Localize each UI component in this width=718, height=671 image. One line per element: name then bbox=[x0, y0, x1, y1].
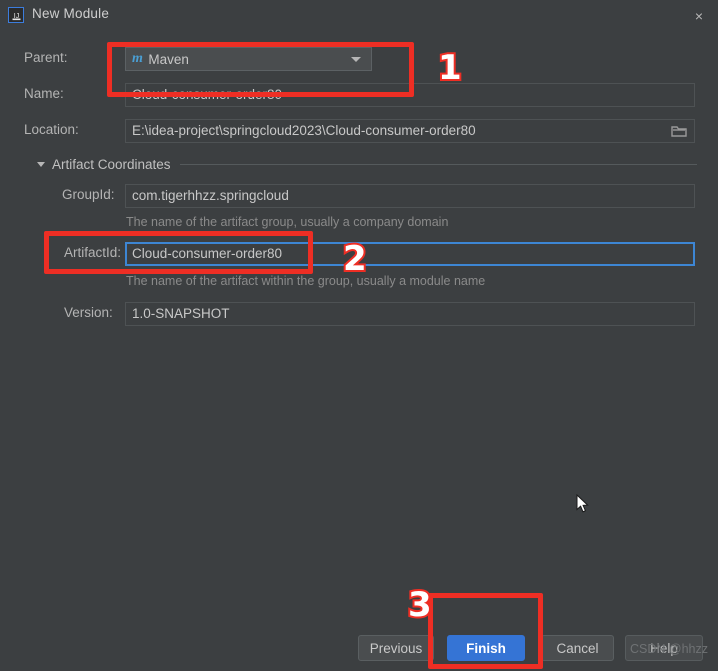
artifact-id-label: ArtifactId: bbox=[64, 245, 122, 260]
version-input[interactable]: 1.0-SNAPSHOT bbox=[125, 302, 695, 326]
previous-button[interactable]: Previous bbox=[358, 635, 434, 661]
artifact-id-input[interactable]: Cloud-consumer-order80 bbox=[125, 242, 695, 266]
maven-icon: m bbox=[132, 51, 143, 66]
parent-label: Parent: bbox=[24, 50, 68, 65]
group-id-input[interactable]: com.tigerhhzz.springcloud bbox=[125, 184, 695, 208]
parent-combo-value: Maven bbox=[148, 51, 189, 67]
group-id-label: GroupId: bbox=[62, 187, 115, 202]
artifact-coordinates-title: Artifact Coordinates bbox=[52, 156, 171, 172]
mouse-cursor-icon bbox=[576, 493, 589, 518]
help-button[interactable]: Help bbox=[625, 635, 703, 661]
location-input[interactable]: E:\idea-project\springcloud2023\Cloud-co… bbox=[125, 119, 695, 143]
chevron-down-icon[interactable] bbox=[37, 161, 45, 167]
group-id-hint: The name of the artifact group, usually … bbox=[126, 215, 449, 229]
artifact-id-hint: The name of the artifact within the grou… bbox=[126, 274, 486, 288]
chevron-down-icon[interactable] bbox=[351, 56, 361, 62]
artifact-coordinates-header[interactable]: Artifact Coordinates bbox=[37, 154, 697, 174]
window-titlebar: IJ New Module × bbox=[0, 0, 718, 30]
name-input[interactable]: Cloud-consumer-order80 bbox=[125, 83, 695, 107]
section-divider bbox=[179, 163, 697, 165]
folder-icon[interactable] bbox=[671, 124, 687, 138]
window-title: New Module bbox=[32, 6, 110, 21]
close-icon[interactable]: × bbox=[688, 6, 710, 26]
intellij-idea-icon: IJ bbox=[8, 7, 24, 23]
annotation-number-3: 3 bbox=[406, 585, 434, 625]
location-label: Location: bbox=[24, 122, 79, 137]
version-label: Version: bbox=[64, 305, 113, 320]
name-label: Name: bbox=[24, 86, 64, 101]
parent-combo[interactable]: m Maven bbox=[125, 47, 372, 71]
finish-button[interactable]: Finish bbox=[447, 635, 525, 661]
cancel-button[interactable]: Cancel bbox=[541, 635, 614, 661]
